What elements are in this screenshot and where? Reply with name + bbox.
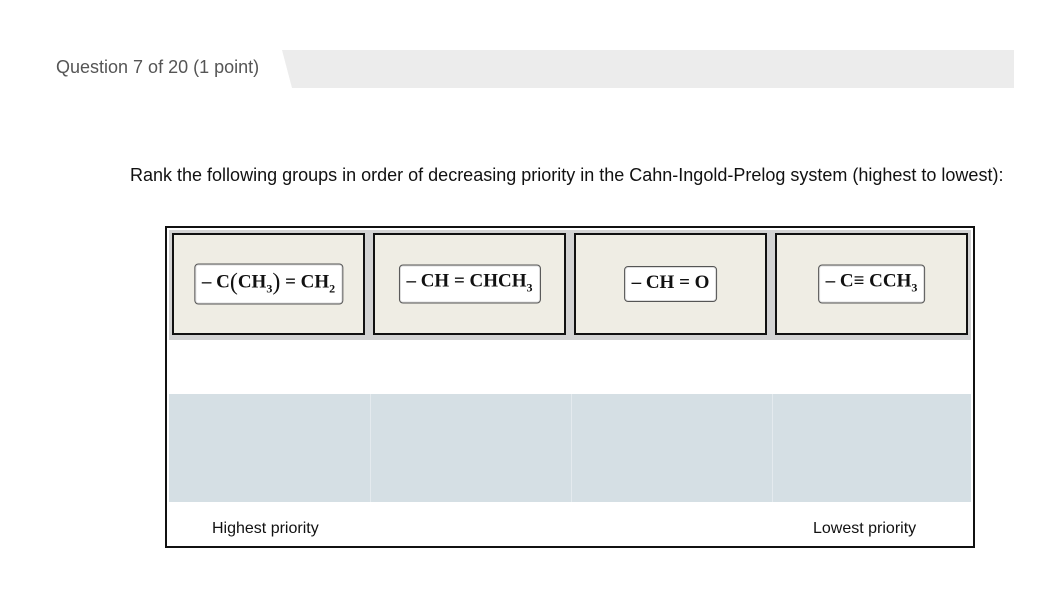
ranking-widget: – C(CH3) = CH2 – CH = CHCH3 – CH = O – C… xyxy=(165,226,975,548)
group-card-4[interactable]: – C≡ CCH3 xyxy=(775,233,968,335)
group-formula-3: – CH = O xyxy=(623,266,718,302)
ranking-drop-zone xyxy=(169,394,971,502)
group-card-1[interactable]: – C(CH3) = CH2 xyxy=(172,233,365,335)
highest-priority-label: Highest priority xyxy=(212,520,319,537)
group-card-3[interactable]: – CH = O xyxy=(574,233,767,335)
group-formula-2: – CH = CHCH3 xyxy=(398,264,541,304)
answer-bank: – C(CH3) = CH2 – CH = CHCH3 – CH = O – C… xyxy=(169,230,971,340)
question-header-bar: Question 7 of 20 (1 point) xyxy=(0,50,1014,88)
question-prompt: Rank the following groups in order of de… xyxy=(130,165,1004,185)
lowest-priority-label: Lowest priority xyxy=(813,520,917,537)
group-formula-4: – C≡ CCH3 xyxy=(817,264,926,304)
question-number-label: Question 7 of 20 (1 point) xyxy=(56,57,260,77)
rank-slot-3[interactable] xyxy=(571,394,771,502)
rank-slot-1[interactable] xyxy=(169,394,368,502)
group-card-2[interactable]: – CH = CHCH3 xyxy=(373,233,566,335)
group-formula-1: – C(CH3) = CH2 xyxy=(193,263,344,305)
rank-slot-2[interactable] xyxy=(370,394,570,502)
rank-slot-4[interactable] xyxy=(772,394,972,502)
